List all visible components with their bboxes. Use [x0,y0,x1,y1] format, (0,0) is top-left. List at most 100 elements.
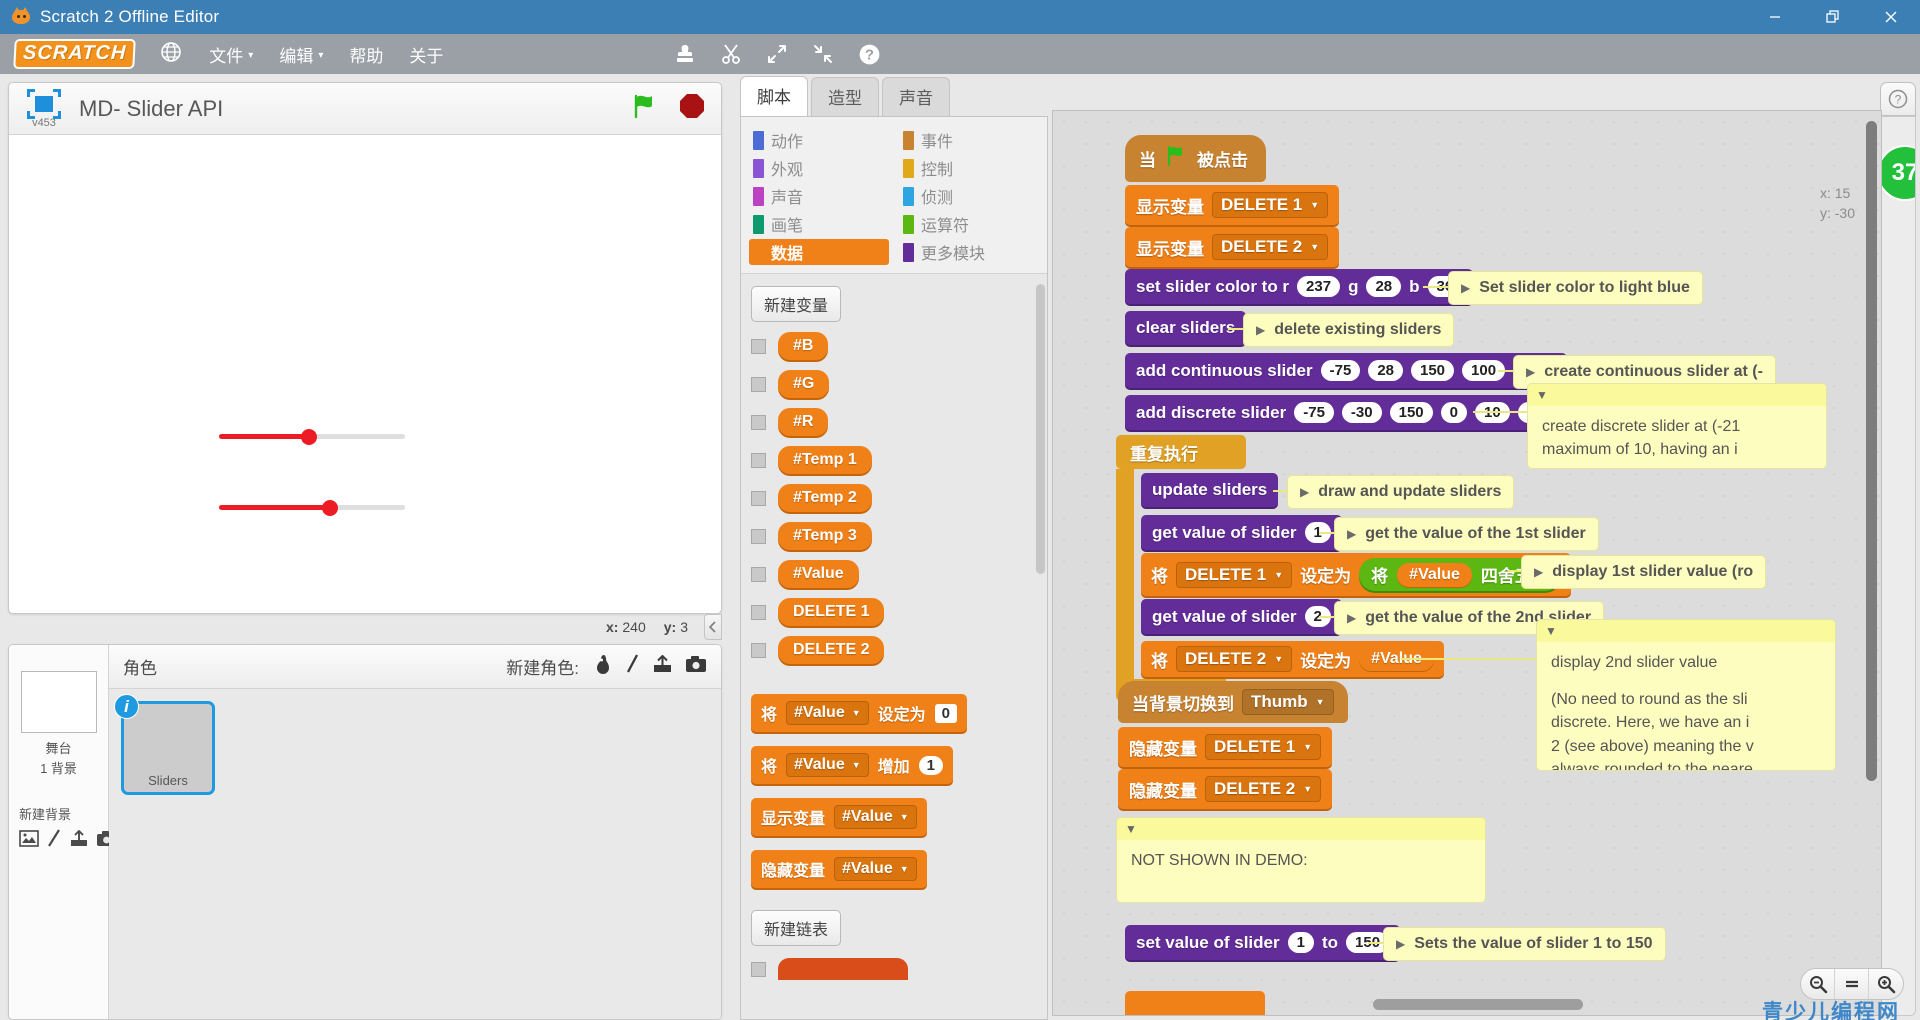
sprite-paint-icon[interactable] [625,654,640,679]
variable-dropdown[interactable]: #Value ▼ [834,805,917,829]
list-checkbox[interactable] [751,961,766,977]
block-set-delete1[interactable]: 将 DELETE 1 ▼ 设定为 将 #Value 四舍五入 [1141,553,1571,596]
color-r-input[interactable]: 237 [1297,276,1341,297]
script-horizontal-scrollbar[interactable] [1373,999,1583,1010]
sprite-card-sliders[interactable]: i Sliders [114,694,215,795]
new-list-button[interactable]: 新建链表 [751,910,842,946]
variable-dropdown[interactable]: #Value ▼ [786,753,869,777]
variable-checkbox[interactable] [751,490,766,506]
grow-icon[interactable] [765,42,789,66]
maximize-restore-button[interactable] [1804,0,1862,34]
variable-pill[interactable]: #Value [778,560,859,588]
stage-slider-2-track[interactable] [219,499,405,516]
variable-pill[interactable]: #Temp 1 [778,446,872,474]
category-operators[interactable]: 运算符 [899,211,1039,237]
close-button[interactable] [1862,0,1920,34]
collapse-arrow-icon[interactable]: ▶ [1347,611,1356,625]
comment-titlebar[interactable]: ▼ [1528,384,1826,406]
category-pen[interactable]: 画笔 [749,211,889,237]
sprite-upload-icon[interactable] [652,654,673,679]
new-variable-button[interactable]: 新建变量 [751,286,842,322]
block-get-value-slider-1[interactable]: get value of slider 1 [1141,515,1342,550]
stage-canvas[interactable] [9,135,721,613]
tab-sounds[interactable]: 声音 [882,77,950,116]
variable-pill[interactable]: #R [778,408,829,436]
backdrop-dropdown[interactable]: Thumb ▼ [1242,689,1334,715]
value-input[interactable]: 0 [934,703,957,723]
collapse-stage-button[interactable] [704,614,722,640]
stage-slider-2-knob[interactable] [322,499,338,516]
variable-dropdown[interactable]: DELETE 1 ▼ [1212,192,1329,218]
block-show-variable-delete2[interactable]: 显示变量 DELETE 2 ▼ [1125,227,1340,267]
menu-edit[interactable]: 编辑 ▾ [279,42,323,67]
variable-pill[interactable]: #G [778,370,830,398]
block-set-slider-color[interactable]: set slider color to r 237 g 28 b 36 [1125,269,1474,304]
variable-checkbox[interactable] [751,338,766,354]
palette-scroll-area[interactable]: 新建变量 #B #G #R #Temp 1 #Temp 2 #Temp 3 #V… [741,273,1047,1019]
menu-file[interactable]: 文件 ▾ [209,42,253,67]
variable-pill[interactable]: #Temp 2 [778,484,872,512]
comment-set-slider-color[interactable]: ▶ Set slider color to light blue [1448,271,1703,305]
comment-titlebar[interactable]: ▼ [1117,818,1485,840]
variable-checkbox[interactable] [751,376,766,392]
block-set-delete2[interactable]: 将 DELETE 2 ▼ 设定为 #Value [1141,641,1444,677]
library-image-icon[interactable] [19,830,39,852]
comment-get-value-1[interactable]: ▶ get the value of the 1st slider [1334,517,1599,551]
block-update-sliders[interactable]: update sliders [1141,473,1279,507]
block-when-backdrop-switches[interactable]: 当背景切换到 Thumb ▼ [1118,681,1348,723]
variable-dropdown[interactable]: DELETE 2 ▼ [1176,646,1293,672]
palette-change-variable-block[interactable]: 将 #Value ▼ 增加 1 [751,746,953,784]
palette-show-variable-block[interactable]: 显示变量 #Value ▼ [751,798,927,836]
help-icon[interactable]: ? [857,42,882,67]
variable-pill[interactable]: DELETE 2 [778,636,885,664]
block-set-value-of-slider[interactable]: set value of slider 1 to 150 [1125,925,1401,960]
comment-titlebar[interactable]: ▼ [1537,620,1835,642]
sprite-info-badge[interactable]: i [114,694,139,719]
block-forever[interactable]: 重复执行 [1116,435,1246,469]
value-input[interactable]: 1 [918,755,943,775]
palette-scrollbar[interactable] [1036,284,1045,574]
comment-set-value[interactable]: ▶ Sets the value of slider 1 to 150 [1383,927,1666,961]
category-data[interactable]: 数据 [749,239,889,265]
slider-index-input[interactable]: 1 [1287,932,1314,953]
block-get-value-slider-2[interactable]: get value of slider 2 [1141,599,1342,634]
sprite-library-icon[interactable] [595,654,613,679]
sprite-camera-icon[interactable] [685,655,707,678]
collapse-arrow-icon[interactable]: ▼ [1536,388,1548,402]
script-help-button[interactable]: ? [1880,82,1916,116]
color-g-input[interactable]: 28 [1366,276,1402,297]
variable-reporter[interactable]: #Value [1397,562,1472,587]
category-more-blocks[interactable]: 更多模块 [899,239,1039,265]
scissors-icon[interactable] [719,42,743,66]
category-looks[interactable]: 外观 [749,155,889,181]
collapse-arrow-icon[interactable]: ▶ [1300,485,1309,499]
block-hide-variable-delete2[interactable]: 隐藏变量 DELETE 2 ▼ [1118,769,1333,809]
palette-hide-variable-block[interactable]: 隐藏变量 #Value ▼ [751,850,927,888]
category-sensing[interactable]: 侦测 [899,183,1039,209]
variable-dropdown[interactable]: DELETE 2 ▼ [1212,234,1329,260]
variable-pill[interactable]: DELETE 1 [778,598,885,626]
arg-x[interactable]: -75 [1294,402,1334,423]
tab-costumes[interactable]: 造型 [811,77,879,116]
menu-help[interactable]: 帮助 [349,42,383,67]
arg-y[interactable]: 28 [1368,360,1403,381]
collapse-arrow-icon[interactable]: ▶ [1461,281,1470,295]
comment-not-shown-in-demo[interactable]: ▼ NOT SHOWN IN DEMO: [1116,817,1486,903]
arg-width[interactable]: 150 [1389,402,1433,423]
comment-display-1[interactable]: ▶ display 1st slider value (ro [1521,555,1767,589]
collapse-arrow-icon[interactable]: ▶ [1347,527,1356,541]
variable-checkbox[interactable] [751,604,766,620]
collapse-arrow-icon[interactable]: ▶ [1396,937,1405,951]
paint-brush-icon[interactable] [46,829,62,853]
zoom-reset-icon[interactable] [1835,969,1869,999]
menu-about[interactable]: 关于 [409,42,443,67]
collapse-arrow-icon[interactable]: ▶ [1534,565,1543,579]
shrink-icon[interactable] [811,42,835,66]
stamp-icon[interactable] [673,42,697,66]
comment-clear-sliders[interactable]: ▶ delete existing sliders [1243,313,1455,347]
variable-dropdown[interactable]: #Value ▼ [834,857,917,881]
variable-checkbox[interactable] [751,528,766,544]
variable-checkbox[interactable] [751,452,766,468]
category-sound[interactable]: 声音 [749,183,889,209]
variable-dropdown[interactable]: DELETE 1 ▼ [1205,734,1322,760]
